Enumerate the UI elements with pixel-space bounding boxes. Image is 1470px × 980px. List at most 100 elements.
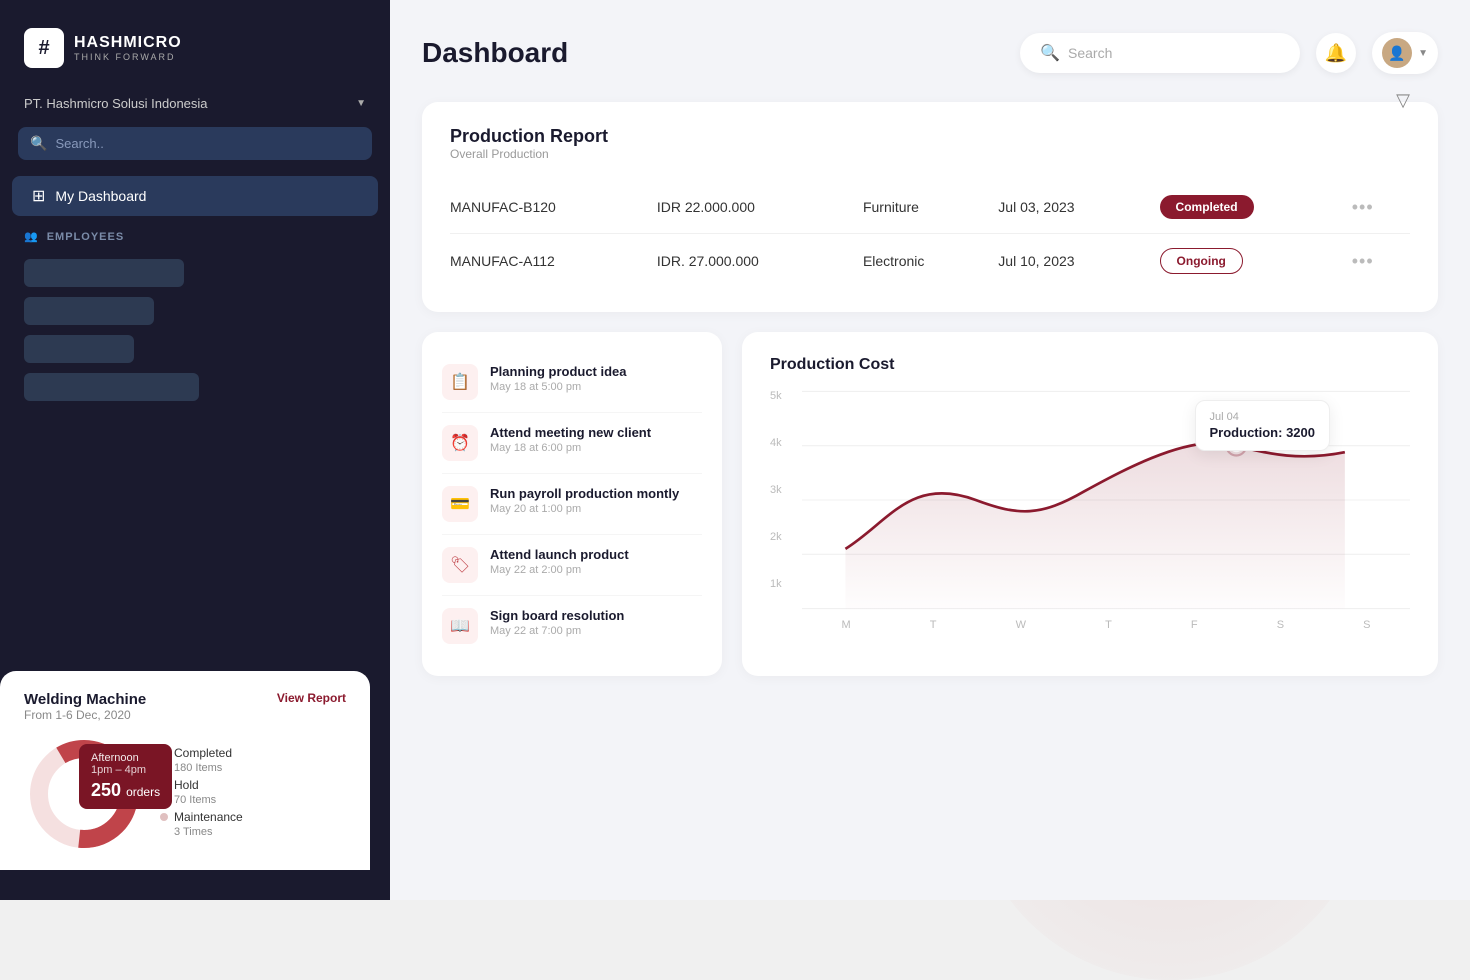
tooltip-value: Production: 3200 — [1210, 425, 1315, 440]
activity-text: Planning product idea May 18 at 5:00 pm — [490, 364, 627, 393]
sidebar-skeleton-1 — [24, 259, 184, 287]
tooltip-orders: 250 orders — [91, 780, 160, 801]
legend-hold: Hold — [160, 778, 346, 792]
activity-icon: 💳 — [442, 486, 478, 522]
activity-time: May 18 at 6:00 pm — [490, 442, 651, 454]
page-title: Dashboard — [422, 37, 568, 69]
tooltip-time: 1pm – 4pm — [91, 764, 160, 776]
user-avatar-button[interactable]: 👤 ▼ — [1372, 32, 1438, 74]
x-label-m: M — [842, 619, 851, 631]
x-label-t1: T — [930, 619, 937, 631]
welding-machine-widget: Welding Machine From 1-6 Dec, 2020 View … — [0, 671, 370, 870]
production-cost-card: Production Cost 5k 4k 3k 2k 1k — [742, 332, 1438, 676]
activity-item: 📋 Planning product idea May 18 at 5:00 p… — [442, 352, 702, 413]
activity-title: Attend launch product — [490, 547, 629, 562]
activity-time: May 22 at 2:00 pm — [490, 564, 629, 576]
row-status: Ongoing — [1152, 234, 1344, 289]
activity-icon: 📋 — [442, 364, 478, 400]
bell-icon: 🔔 — [1325, 43, 1347, 64]
donut-container: Afternoon 1pm – 4pm 250 orders Completed… — [24, 734, 346, 854]
row-status: Completed — [1152, 181, 1344, 234]
activity-time: May 18 at 5:00 pm — [490, 381, 627, 393]
activity-icon: ⏰ — [442, 425, 478, 461]
header-right: 🔍 🔔 👤 ▼ — [1020, 32, 1438, 74]
activity-icon: 🏷 — [442, 547, 478, 583]
sidebar-logo: # HASHMICRO THINK FORWARD — [0, 0, 390, 88]
row-actions[interactable]: ••• — [1344, 181, 1410, 234]
production-report-card: Production Report ▽ Overall Production M… — [422, 102, 1438, 312]
row-date: Jul 10, 2023 — [990, 234, 1151, 289]
row-date: Jul 03, 2023 — [990, 181, 1151, 234]
main-content: Dashboard 🔍 🔔 👤 ▼ Production Report ▽ Ov… — [390, 0, 1470, 900]
sidebar-section-employees: 👥 EMPLOYEES — [0, 218, 390, 251]
tooltip-date: Jul 04 — [1210, 411, 1315, 423]
production-table: MANUFAC-B120 IDR 22.000.000 Furniture Ju… — [450, 181, 1410, 288]
notification-button[interactable]: 🔔 — [1316, 33, 1356, 73]
x-axis-labels: M T W T F S S — [770, 619, 1410, 631]
donut-chart: Afternoon 1pm – 4pm 250 orders — [24, 734, 144, 854]
sidebar-item-dashboard[interactable]: ⊞ My Dashboard — [12, 176, 378, 216]
row-category: Furniture — [855, 181, 990, 234]
filter-icon[interactable]: ▽ — [1396, 90, 1410, 111]
legend-maintenance: Maintenance — [160, 810, 346, 824]
view-report-button[interactable]: View Report — [277, 691, 346, 705]
row-amount: IDR. 27.000.000 — [649, 234, 855, 289]
y-label-1k: 1k — [770, 578, 782, 590]
maintenance-sub: 3 Times — [174, 826, 346, 838]
legend-area: Completed 180 Items Hold 70 Items Mainte… — [160, 746, 346, 842]
logo-icon: # — [24, 28, 64, 68]
sidebar-search-container[interactable]: 🔍 — [18, 127, 372, 160]
widget-header: Welding Machine From 1-6 Dec, 2020 View … — [24, 691, 346, 722]
widget-date: From 1-6 Dec, 2020 — [24, 708, 146, 722]
search-icon: 🔍 — [30, 135, 47, 152]
row-id: MANUFAC-B120 — [450, 181, 649, 234]
activity-title: Sign board resolution — [490, 608, 624, 623]
chevron-down-icon: ▼ — [356, 98, 366, 109]
legend-completed: Completed — [160, 746, 346, 760]
search-input[interactable] — [1068, 45, 1280, 61]
production-report-title: Production Report — [450, 126, 608, 146]
y-label-4k: 4k — [770, 437, 782, 449]
company-selector[interactable]: PT. Hashmicro Solusi Indonesia ▼ — [0, 88, 390, 127]
x-label-t2: T — [1105, 619, 1112, 631]
activity-text: Attend meeting new client May 18 at 6:00… — [490, 425, 651, 454]
chart-tooltip: Jul 04 Production: 3200 — [1195, 400, 1330, 451]
x-label-w: W — [1016, 619, 1026, 631]
dashboard-icon: ⊞ — [32, 186, 45, 206]
x-label-f: F — [1191, 619, 1198, 631]
chart-title: Production Cost — [770, 356, 1410, 374]
row-amount: IDR 22.000.000 — [649, 181, 855, 234]
activity-title: Planning product idea — [490, 364, 627, 379]
activity-title: Run payroll production montly — [490, 486, 679, 501]
production-report-subtitle: Overall Production — [450, 147, 1410, 161]
chart-area: 5k 4k 3k 2k 1k — [770, 390, 1410, 650]
sidebar-skeleton-3 — [24, 335, 134, 363]
activity-text: Attend launch product May 22 at 2:00 pm — [490, 547, 629, 576]
activity-text: Run payroll production montly May 20 at … — [490, 486, 679, 515]
x-label-s2: S — [1363, 619, 1370, 631]
activity-title: Attend meeting new client — [490, 425, 651, 440]
sidebar: # HASHMICRO THINK FORWARD PT. Hashmicro … — [0, 0, 390, 900]
sidebar-item-label: My Dashboard — [55, 188, 146, 204]
sidebar-skeleton-2 — [24, 297, 154, 325]
activity-item: ⏰ Attend meeting new client May 18 at 6:… — [442, 413, 702, 474]
main-header: Dashboard 🔍 🔔 👤 ▼ — [422, 32, 1438, 74]
completed-sub: 180 Items — [174, 762, 346, 774]
chart-fill — [845, 443, 1344, 609]
search-bar[interactable]: 🔍 — [1020, 33, 1300, 73]
activity-card: 📋 Planning product idea May 18 at 5:00 p… — [422, 332, 722, 676]
brand-name: HASHMICRO — [74, 34, 182, 52]
x-label-s1: S — [1277, 619, 1284, 631]
row-actions[interactable]: ••• — [1344, 234, 1410, 289]
y-label-3k: 3k — [770, 484, 782, 496]
search-icon: 🔍 — [1040, 43, 1060, 63]
activity-time: May 20 at 1:00 pm — [490, 503, 679, 515]
tooltip-shift: Afternoon — [91, 752, 160, 764]
sidebar-search-input[interactable] — [55, 136, 360, 151]
donut-tooltip: Afternoon 1pm – 4pm 250 orders — [79, 744, 172, 809]
activity-icon: 📖 — [442, 608, 478, 644]
activity-list: 📋 Planning product idea May 18 at 5:00 p… — [442, 352, 702, 656]
avatar: 👤 — [1382, 38, 1412, 68]
table-row: MANUFAC-B120 IDR 22.000.000 Furniture Ju… — [450, 181, 1410, 234]
table-row: MANUFAC-A112 IDR. 27.000.000 Electronic … — [450, 234, 1410, 289]
